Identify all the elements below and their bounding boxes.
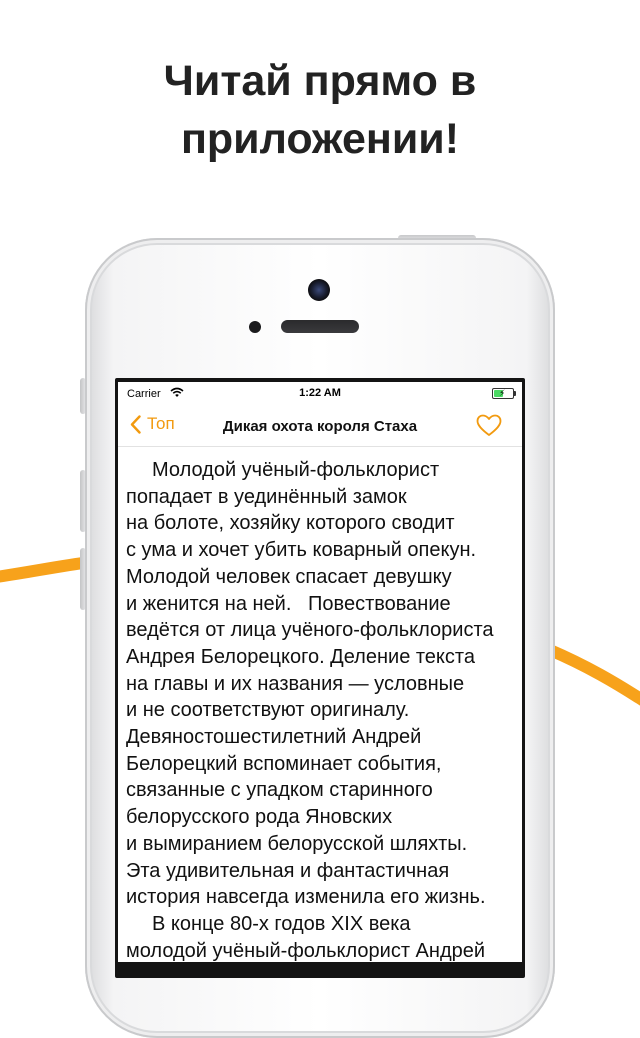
front-camera-icon xyxy=(308,279,330,301)
earpiece-speaker xyxy=(281,320,359,333)
curve-right xyxy=(544,644,640,706)
status-bar: Carrier 1:22 AM ⚡ xyxy=(118,382,522,406)
text-line: и не соответствуют оригиналу. xyxy=(126,699,410,722)
charging-bolt-icon: ⚡ xyxy=(499,388,506,398)
heart-outline-icon[interactable] xyxy=(476,414,502,437)
text-line: связанные с упадком старинного xyxy=(126,779,433,802)
text-line: молодой учёный-фольклорист Андрей xyxy=(126,939,486,962)
text-line: Белорецкий вспоминает события, xyxy=(126,752,442,775)
reader-text: Молодой учёный-фольклорист попадает в уе… xyxy=(118,447,522,962)
text-line: попадает в уединённый замок xyxy=(126,485,407,508)
text-line: на болоте, хозяйку которого сводит xyxy=(126,512,455,535)
text-line: и вымиранием белорусской шляхты. xyxy=(126,832,468,855)
text-line: Андрея Белорецкого. Деление текста xyxy=(126,645,475,668)
text-line: Молодой человек спасает девушку xyxy=(126,565,452,588)
text-line: ведётся от лица учёного-фольклориста xyxy=(126,619,494,642)
curve-left xyxy=(0,556,96,583)
text-line: В конце 80-х годов XIX века xyxy=(152,912,411,935)
text-line: история навсегда изменила его жизнь. xyxy=(126,886,486,909)
text-line: с ума и хочет убить коварный опекун. xyxy=(126,539,477,562)
text-line: Девяностошестилетний Андрей xyxy=(126,726,422,749)
text-line: Молодой учёный-фольклорист xyxy=(152,459,440,481)
navigation-bar: Топ Дикая охота короля Стаха xyxy=(118,406,522,447)
text-line: на главы и их названия — условные xyxy=(126,672,465,695)
battery-charging-icon: ⚡ xyxy=(492,388,516,399)
status-time: 1:22 AM xyxy=(299,387,341,399)
proximity-sensor xyxy=(249,321,261,333)
text-line: Эта удивительная и фантастичная xyxy=(126,859,450,882)
app-screen: Carrier 1:22 AM ⚡ Топ Дикая охота короля… xyxy=(118,382,522,962)
text-line: белорусского рода Яновских xyxy=(126,806,393,829)
book-title: Дикая охота короля Стаха xyxy=(222,418,418,435)
text-line: и женится на ней. Повествование xyxy=(126,592,451,615)
